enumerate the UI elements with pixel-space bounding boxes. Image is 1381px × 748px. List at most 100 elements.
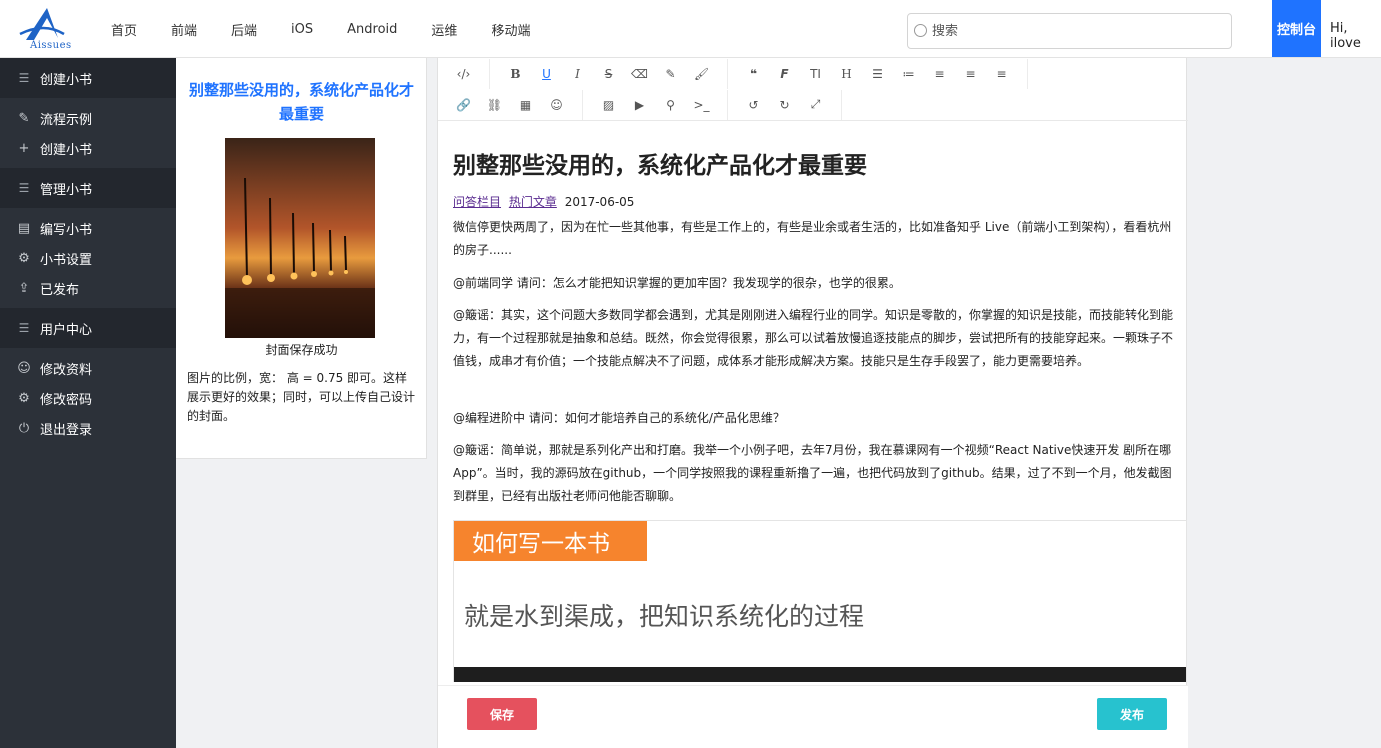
user-greeting[interactable]: Hi, ilove bbox=[1330, 21, 1381, 51]
power-icon: ⏻ bbox=[18, 420, 30, 436]
article-paragraph: @簸谣：简单说，那就是系列化产出和打磨。我举一个小例子吧，去年7月份，我在慕课网… bbox=[453, 443, 1172, 503]
sidebar-item-label: 退出登录 bbox=[40, 422, 93, 438]
editor-panel: ‹/› B U I S ⌫ ✎ 🖌 ❝ F TI H ☰ ≔ ≡ ≡ ≡ 🔗 ⛓… bbox=[437, 58, 1188, 748]
search-icon bbox=[914, 24, 927, 37]
cover-panel: 别整那些没用的，系统化产品化才最重要 封面保存成功 图片的比例，宽： 高 = 0… bbox=[176, 58, 427, 459]
publish-button[interactable]: 发布 bbox=[1097, 698, 1167, 730]
nav-home[interactable]: 首页 bbox=[111, 20, 137, 39]
top-navbar: Aissues 首页 前端 后端 iOS Android 运维 移动端 控制台 … bbox=[0, 0, 1381, 58]
article-image: 如何写一本书 就是水到渠成，把知识系统化的过程 bbox=[453, 520, 1187, 682]
tag-link[interactable]: 热门文章 bbox=[509, 195, 557, 209]
font-icon[interactable]: F bbox=[769, 58, 800, 89]
undo-icon[interactable]: ↺ bbox=[738, 89, 769, 120]
gear-icon: ⚙ bbox=[18, 250, 30, 266]
sidebar-item-flow-example[interactable]: ✎ 流程示例 bbox=[0, 103, 176, 133]
sidebar-item-label: 修改资料 bbox=[40, 362, 93, 378]
banner-tag: 如何写一本书 bbox=[454, 521, 647, 561]
terminal-icon[interactable]: >_ bbox=[686, 89, 717, 120]
article-meta: 问答栏目 热门文章 2017-06-05 bbox=[453, 193, 634, 210]
sidebar-item-book-settings[interactable]: ⚙ 小书设置 bbox=[0, 243, 176, 273]
nav-ios[interactable]: iOS bbox=[291, 22, 313, 37]
cover-save-status: 封面保存成功 bbox=[265, 343, 338, 357]
quote-icon[interactable]: ❝ bbox=[738, 58, 769, 89]
book-icon: ▤ bbox=[17, 220, 31, 236]
video-icon[interactable]: ▶ bbox=[624, 89, 655, 120]
sidebar-section-title: 用户中心 bbox=[40, 322, 93, 338]
nav-backend[interactable]: 后端 bbox=[231, 20, 257, 39]
brush-icon[interactable]: 🖌 bbox=[686, 58, 717, 89]
underline-icon[interactable]: U bbox=[531, 58, 562, 89]
text-size-icon[interactable]: TI bbox=[800, 58, 831, 89]
bullet-list-icon[interactable]: ☰ bbox=[862, 58, 893, 89]
nav-ops[interactable]: 运维 bbox=[431, 20, 457, 39]
sidebar-item-label: 修改密码 bbox=[40, 392, 93, 408]
bold-icon[interactable]: B bbox=[500, 58, 531, 89]
article-paragraph: @编程进阶中 请问：如何才能培养自己的系统化/产品化思维？ bbox=[453, 411, 785, 425]
sidebar-item-label: 编写小书 bbox=[40, 222, 93, 238]
banner-dark-strip bbox=[454, 667, 1186, 682]
sidebar-item-label: 流程示例 bbox=[40, 112, 93, 128]
sidebar-item-label: 已发布 bbox=[40, 282, 80, 298]
sidebar-item-label: 小书设置 bbox=[40, 252, 93, 268]
article-paragraph: @簸谣：其实，这个问题大多数同学都会遇到，尤其是刚刚进入编程行业的同学。知识是零… bbox=[453, 308, 1174, 368]
editor-footer: 保存 发布 bbox=[438, 685, 1188, 748]
main-nav: 首页 前端 后端 iOS Android 运维 移动端 bbox=[111, 0, 564, 58]
pen-icon[interactable]: ✎ bbox=[655, 58, 686, 89]
banner-subtitle: 就是水到渠成，把知识系统化的过程 bbox=[464, 602, 865, 631]
gear-icon: ⚙ bbox=[18, 390, 30, 406]
article-paragraph: 微信停更快两周了，因为在忙一些其他事，有些是工作上的，有些是业余或者生活的，比如… bbox=[453, 220, 1172, 257]
plus-icon: + bbox=[18, 140, 30, 156]
sidebar-section-title: 管理小书 bbox=[40, 182, 93, 198]
article-title: 别整那些没用的，系统化产品化才最重要 bbox=[453, 153, 867, 179]
share-icon: ⇪ bbox=[18, 280, 30, 296]
article-date: 2017-06-05 bbox=[564, 195, 635, 209]
list-icon: ☰ bbox=[18, 71, 30, 85]
edit-icon: ✎ bbox=[18, 110, 30, 126]
cover-description: 图片的比例，宽： 高 = 0.75 即可。这样展示更好的效果；同时，可以上传自己… bbox=[187, 371, 416, 423]
nav-mobile[interactable]: 移动端 bbox=[491, 20, 530, 39]
save-button[interactable]: 保存 bbox=[467, 698, 537, 730]
align-right-icon[interactable]: ≡ bbox=[986, 58, 1017, 89]
sidebar-item-create-book[interactable]: + 创建小书 bbox=[0, 133, 176, 163]
console-button[interactable]: 控制台 bbox=[1272, 0, 1321, 57]
sidebar-item-published[interactable]: ⇪ 已发布 bbox=[0, 273, 176, 303]
heading-icon[interactable]: H bbox=[831, 58, 862, 89]
sidebar-item-edit-profile[interactable]: ☺ 修改资料 bbox=[0, 353, 176, 383]
cover-title: 别整那些没用的，系统化产品化才最重要 bbox=[188, 81, 414, 123]
table-icon[interactable]: ▦ bbox=[510, 89, 541, 120]
link-icon[interactable]: 🔗 bbox=[448, 89, 479, 120]
nav-android[interactable]: Android bbox=[347, 22, 397, 37]
sidebar-section-title: 创建小书 bbox=[40, 72, 93, 88]
logo[interactable]: Aissues bbox=[14, 4, 71, 51]
eraser-icon[interactable]: ⌫ bbox=[624, 58, 655, 89]
article-paragraph: @前端同学 请问：怎么才能把知识掌握的更加牢固？我发现学的很杂，也学的很累。 bbox=[453, 276, 901, 290]
fullscreen-icon[interactable]: ⤢ bbox=[800, 89, 831, 120]
nav-frontend[interactable]: 前端 bbox=[171, 20, 197, 39]
sidebar-item-logout[interactable]: ⏻ 退出登录 bbox=[0, 413, 176, 443]
sidebar-item-write-book[interactable]: ▤ 编写小书 bbox=[0, 213, 176, 243]
tag-link[interactable]: 问答栏目 bbox=[453, 195, 501, 209]
list-icon: ☰ bbox=[18, 321, 30, 335]
unlink-icon[interactable]: ⛓ bbox=[479, 89, 510, 120]
sidebar-item-change-password[interactable]: ⚙ 修改密码 bbox=[0, 383, 176, 413]
align-left-icon[interactable]: ≡ bbox=[924, 58, 955, 89]
search-box bbox=[907, 13, 1232, 49]
strikethrough-icon[interactable]: S bbox=[593, 58, 624, 89]
ordered-list-icon[interactable]: ≔ bbox=[893, 58, 924, 89]
italic-icon[interactable]: I bbox=[562, 58, 593, 89]
image-icon[interactable]: ▨ bbox=[593, 89, 624, 120]
search-input[interactable] bbox=[932, 14, 1222, 48]
align-center-icon[interactable]: ≡ bbox=[955, 58, 986, 89]
code-icon[interactable]: ‹/› bbox=[448, 58, 479, 89]
cover-image[interactable] bbox=[225, 138, 375, 338]
list-icon: ☰ bbox=[18, 181, 30, 195]
user-icon: ☺ bbox=[17, 360, 31, 376]
emoji-icon[interactable]: ☺ bbox=[541, 89, 572, 120]
sidebar: ☰ 创建小书 ✎ 流程示例 + 创建小书 ☰ 管理小书 ▤ 编写小书 ⚙ 小书设… bbox=[0, 58, 176, 748]
sidebar-section-create: ☰ 创建小书 bbox=[0, 58, 176, 98]
redo-icon[interactable]: ↻ bbox=[769, 89, 800, 120]
sidebar-item-label: 创建小书 bbox=[40, 142, 93, 158]
location-icon[interactable]: ⚲ bbox=[655, 89, 686, 120]
cover-photo bbox=[225, 138, 375, 338]
editor-content[interactable]: 别整那些没用的，系统化产品化才最重要 问答栏目 热门文章 2017-06-05 … bbox=[438, 122, 1188, 682]
